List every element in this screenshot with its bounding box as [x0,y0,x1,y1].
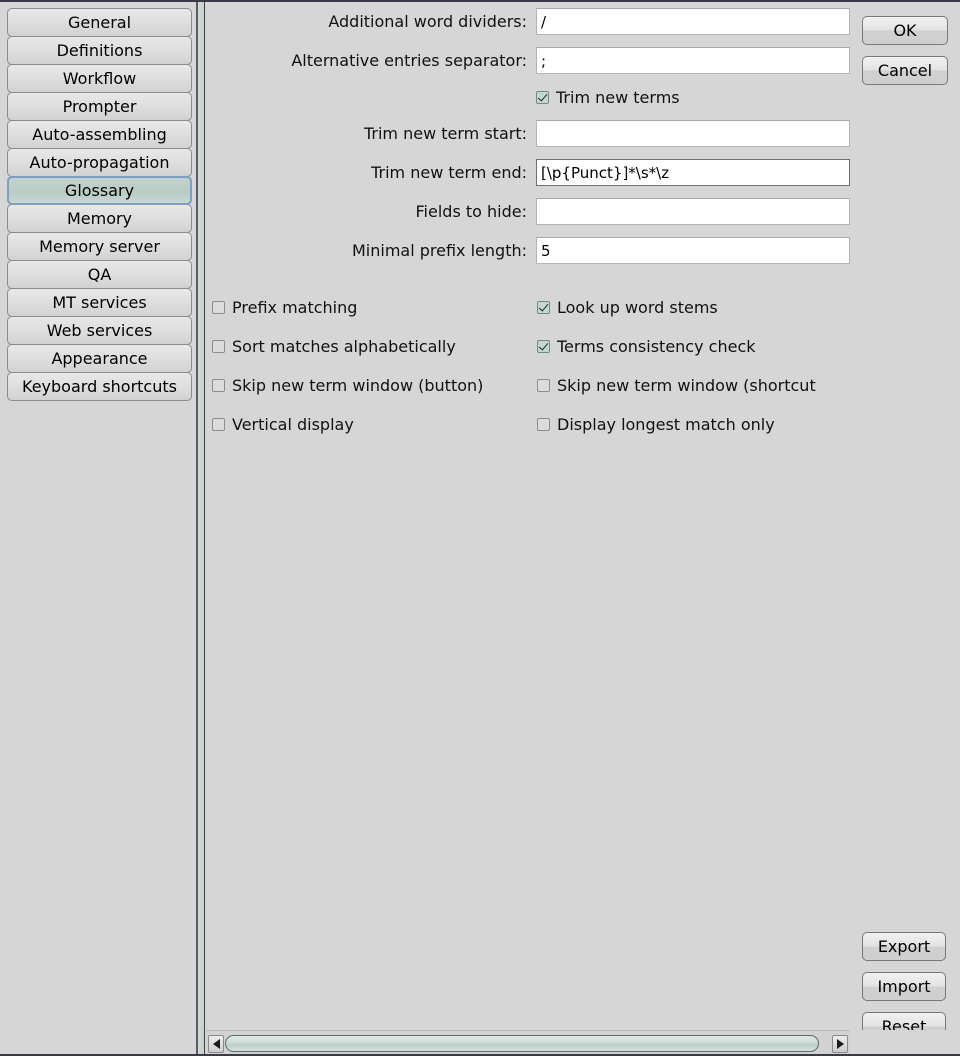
alternative-entries-separator-label: Alternative entries separator: [291,51,527,70]
option-terms-consistency-check[interactable]: Terms consistency check [537,337,937,356]
glossary-form: Additional word dividers: Alternative en… [206,2,960,270]
sidebar-item-label: Memory server [39,237,160,256]
sidebar-item-label: MT services [52,293,147,312]
trim-new-term-end-input[interactable] [536,159,850,186]
sidebar-item-memory[interactable]: Memory [7,204,192,233]
sidebar-item-qa[interactable]: QA [7,260,192,289]
sidebar-item-memory-server[interactable]: Memory server [7,232,192,261]
skip-new-term-window-button-checkbox[interactable] [212,379,225,392]
sidebar-item-label: Prompter [62,97,137,116]
category-list: General Definitions Workflow Prompter Au… [7,8,192,401]
skip-new-term-window-shortcut-checkbox[interactable] [537,379,550,392]
sidebar-item-label: Auto-propagation [29,153,170,172]
sidebar-item-label: Workflow [62,69,137,88]
sidebar-item-label: Web services [46,321,153,340]
panel-splitter[interactable] [200,2,205,1056]
trim-new-term-start-input[interactable] [536,120,850,147]
skip-new-term-window-button-label: Skip new term window (button) [232,376,484,395]
sort-matches-alphabetically-checkbox[interactable] [212,340,225,353]
scroll-right-button[interactable] [832,1034,848,1053]
look-up-word-stems-label: Look up word stems [557,298,718,317]
horizontal-scrollbar[interactable] [206,1030,850,1056]
scrollbar-track[interactable] [225,1033,831,1054]
import-button[interactable]: Import [862,972,946,1001]
sidebar-item-glossary[interactable]: Glossary [7,176,192,205]
alternative-entries-separator-input[interactable] [536,47,850,74]
sidebar-item-keyboard-shortcuts[interactable]: Keyboard shortcuts [7,372,192,401]
sidebar-item-label: Memory [66,209,133,228]
option-skip-new-term-window-button[interactable]: Skip new term window (button) [212,376,537,395]
sidebar-item-label: Glossary [64,181,135,200]
cancel-button[interactable]: Cancel [862,56,948,85]
form-row-trim-new-term-end: Trim new term end: [206,153,960,192]
vertical-display-checkbox[interactable] [212,418,225,431]
additional-word-dividers-input[interactable] [536,8,850,35]
scrollbar-thumb[interactable] [225,1034,819,1052]
option-sort-matches-alphabetically[interactable]: Sort matches alphabetically [212,337,537,356]
option-display-longest-match-only[interactable]: Display longest match only [537,415,937,434]
form-row-additional-word-dividers: Additional word dividers: [206,2,960,41]
sidebar-item-auto-assembling[interactable]: Auto-assembling [7,120,192,149]
glossary-settings-panel: Additional word dividers: Alternative en… [206,2,960,1056]
trim-new-terms-checkbox[interactable] [536,90,549,104]
triangle-right-icon [836,1038,844,1049]
sidebar-item-label: Keyboard shortcuts [22,377,177,396]
trim-new-term-end-label: Trim new term end: [371,163,527,182]
triangle-left-icon [212,1038,220,1049]
options-row: Prefix matching Look up word stems [212,288,960,327]
option-skip-new-term-window-shortcut[interactable]: Skip new term window (shortcut [537,376,937,395]
trim-new-term-start-label: Trim new term start: [363,124,527,143]
sidebar-item-workflow[interactable]: Workflow [7,64,192,93]
skip-new-term-window-shortcut-label: Skip new term window (shortcut [557,376,816,395]
sidebar-item-prompter[interactable]: Prompter [7,92,192,121]
glossary-options-grid: Prefix matching Look up word stems Sort … [212,288,960,444]
prefix-matching-label: Prefix matching [232,298,358,317]
ok-button[interactable]: OK [862,16,948,45]
sidebar-item-label: Appearance [51,349,148,368]
sidebar-item-auto-propagation[interactable]: Auto-propagation [7,148,192,177]
look-up-word-stems-checkbox[interactable] [537,301,550,314]
options-row: Vertical display Display longest match o… [212,405,960,444]
minimal-prefix-length-label: Minimal prefix length: [351,241,527,260]
fields-to-hide-label: Fields to hide: [415,202,527,221]
sidebar-item-mt-services[interactable]: MT services [7,288,192,317]
terms-consistency-check-checkbox[interactable] [537,340,550,353]
scrollbar-corner-filler [850,1030,960,1056]
sidebar-item-general[interactable]: General [7,8,192,37]
prefix-matching-checkbox[interactable] [212,301,225,314]
terms-consistency-check-label: Terms consistency check [557,337,756,356]
option-vertical-display[interactable]: Vertical display [212,415,537,434]
sidebar-item-label: QA [87,265,112,284]
vertical-display-label: Vertical display [232,415,354,434]
export-button[interactable]: Export [862,932,946,961]
sidebar-item-label: General [67,13,132,32]
additional-word-dividers-label: Additional word dividers: [328,12,527,31]
preferences-category-sidebar: General Definitions Workflow Prompter Au… [0,2,198,1056]
form-row-alternative-entries-separator: Alternative entries separator: [206,41,960,80]
sidebar-item-definitions[interactable]: Definitions [7,36,192,65]
form-row-trim-new-terms: Trim new terms [206,80,960,114]
sidebar-item-web-services[interactable]: Web services [7,316,192,345]
minimal-prefix-length-input[interactable] [536,237,850,264]
form-row-minimal-prefix-length: Minimal prefix length: [206,231,960,270]
sidebar-item-appearance[interactable]: Appearance [7,344,192,373]
form-row-trim-new-term-start: Trim new term start: [206,114,960,153]
scroll-left-button[interactable] [208,1034,224,1053]
display-longest-match-only-checkbox[interactable] [537,418,550,431]
options-row: Skip new term window (button) Skip new t… [212,366,960,405]
option-prefix-matching[interactable]: Prefix matching [212,298,537,317]
sort-matches-alphabetically-label: Sort matches alphabetically [232,337,456,356]
form-row-fields-to-hide: Fields to hide: [206,192,960,231]
option-look-up-word-stems[interactable]: Look up word stems [537,298,937,317]
options-row: Sort matches alphabetically Terms consis… [212,327,960,366]
sidebar-item-label: Definitions [56,41,143,60]
display-longest-match-only-label: Display longest match only [557,415,775,434]
trim-new-terms-label: Trim new terms [556,87,680,107]
sidebar-item-label: Auto-assembling [32,125,167,144]
fields-to-hide-input[interactable] [536,198,850,225]
